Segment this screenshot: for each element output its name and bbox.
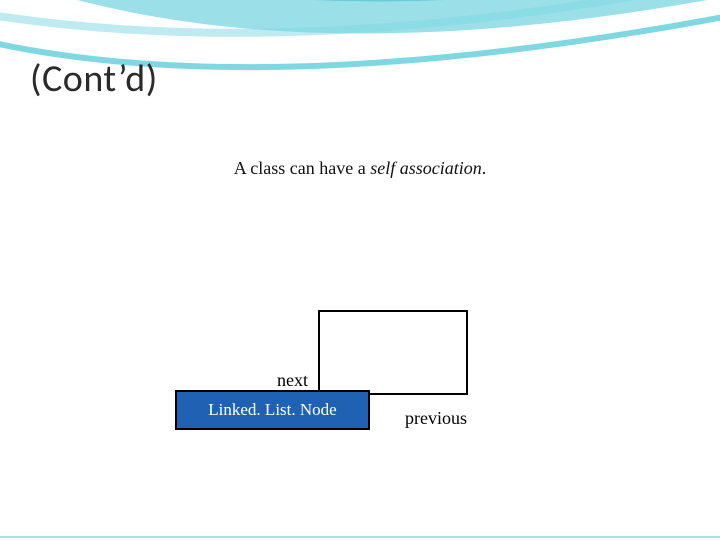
intro-emphasis: self association <box>370 158 482 178</box>
slide-bottom-hairline <box>0 534 720 540</box>
association-loop-box <box>318 310 468 395</box>
self-association-diagram: next Linked. List. Node previous <box>175 310 545 440</box>
class-box-linkedlistnode: Linked. List. Node <box>175 390 370 430</box>
next-role-label: next <box>277 370 308 391</box>
intro-post: . <box>482 158 487 178</box>
intro-pre: A class can have a <box>234 158 370 178</box>
intro-line: A class can have a self association. <box>0 158 720 179</box>
slide-title: (Cont’d) <box>30 56 158 102</box>
previous-role-label: previous <box>405 408 467 429</box>
